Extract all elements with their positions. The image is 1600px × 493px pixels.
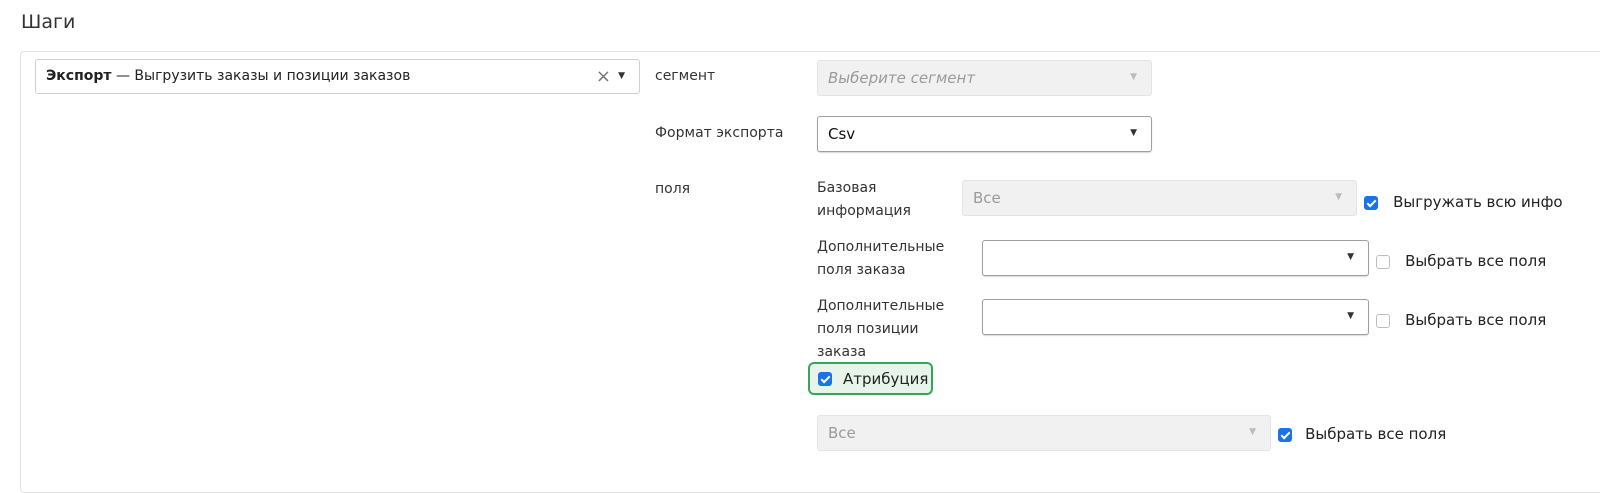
export-format-value: Csv: [828, 125, 856, 143]
order-extra-select-all-label: Выбрать все поля: [1405, 252, 1547, 270]
chevron-down-icon: ▼: [1347, 252, 1354, 262]
page-title: Шаги: [21, 11, 76, 33]
step-select[interactable]: Экспорт — Выгрузить заказы и позиции зак…: [35, 59, 640, 94]
attribution-select[interactable]: Все ▼: [817, 415, 1271, 451]
clear-icon[interactable]: ×: [596, 60, 611, 93]
attribution-select-all-checkbox[interactable]: Выбрать все поля: [1278, 424, 1446, 443]
segment-label: сегмент: [655, 68, 716, 84]
order-extra-select-all-checkbox[interactable]: Выбрать все поля: [1376, 251, 1546, 270]
checkbox-checked-icon[interactable]: [1278, 427, 1292, 442]
chevron-down-icon: ▼: [1347, 311, 1354, 321]
step-description: Выгрузить заказы и позиции заказов: [134, 68, 411, 84]
item-extra-fields-label: Дополнительные поля позиции заказа: [817, 298, 945, 360]
step-separator: —: [111, 68, 135, 84]
chevron-down-icon: ▼: [1130, 128, 1137, 138]
export-all-info-label: Выгружать всю инфо: [1393, 193, 1563, 211]
chevron-down-icon: ▼: [1249, 427, 1256, 437]
attribution-checkbox[interactable]: Атрибуция: [808, 362, 933, 395]
order-extra-fields-label: Дополнительные поля заказа: [817, 239, 945, 278]
order-extra-fields-select[interactable]: ▼: [982, 240, 1369, 276]
chevron-down-icon: ▼: [1335, 192, 1342, 202]
item-extra-select-all-label: Выбрать все поля: [1405, 311, 1547, 329]
fields-label: поля: [655, 181, 691, 197]
step-type: Экспорт: [46, 68, 112, 84]
chevron-down-icon: ▼: [1130, 72, 1137, 82]
item-extra-select-all-checkbox[interactable]: Выбрать все поля: [1376, 310, 1546, 329]
basic-info-select[interactable]: Все ▼: [962, 180, 1357, 216]
basic-info-value: Все: [973, 189, 1001, 207]
checkbox-unchecked-icon[interactable]: [1376, 313, 1390, 328]
attribution-label: Атрибуция: [843, 370, 929, 388]
item-extra-fields-select[interactable]: ▼: [982, 299, 1369, 335]
checkbox-checked-icon[interactable]: [1364, 195, 1378, 210]
checkbox-unchecked-icon[interactable]: [1376, 254, 1390, 269]
segment-placeholder: Выберите сегмент: [828, 69, 976, 87]
export-all-info-checkbox[interactable]: Выгружать всю инфо: [1364, 192, 1563, 211]
attribution-select-value: Все: [828, 424, 856, 442]
basic-info-label: Базовая информация: [817, 180, 911, 219]
export-format-select[interactable]: Csv ▼: [817, 116, 1152, 152]
segment-select[interactable]: Выберите сегмент ▼: [817, 60, 1152, 96]
chevron-down-icon[interactable]: ▼: [618, 60, 625, 93]
export-format-label: Формат экспорта: [655, 125, 784, 141]
checkbox-checked-icon[interactable]: [818, 372, 832, 386]
attribution-select-all-label: Выбрать все поля: [1305, 425, 1447, 443]
